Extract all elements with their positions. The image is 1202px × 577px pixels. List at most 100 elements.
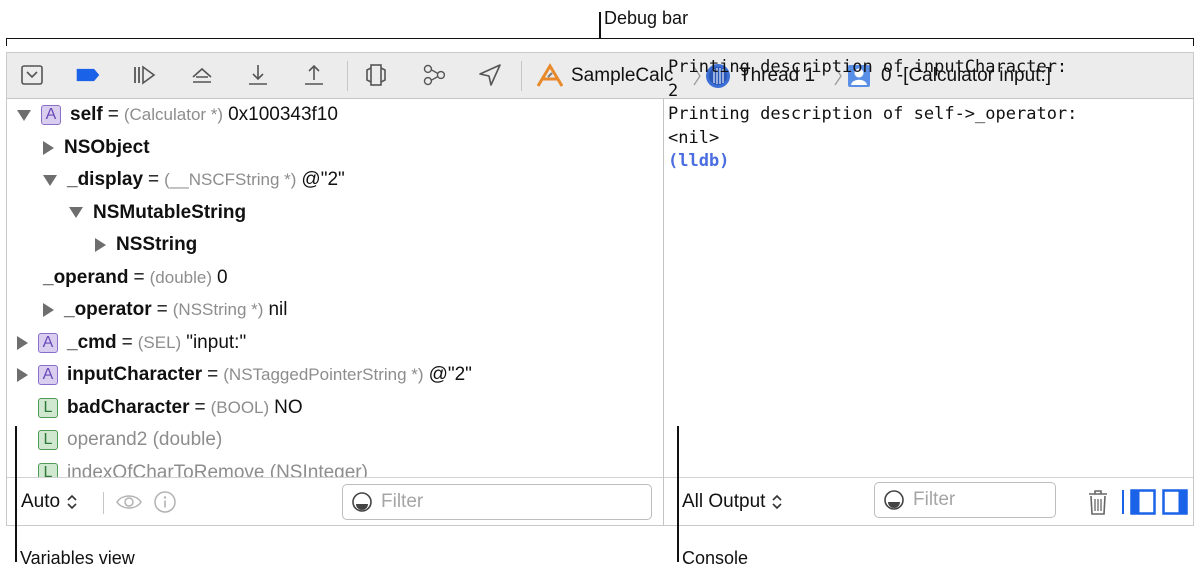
variable-type: (double): [149, 267, 213, 287]
toolbar-separator: [521, 61, 522, 91]
variable-row[interactable]: Aself = (Calculator *) 0x100343f10: [17, 101, 338, 129]
output-popup-label: All Output: [682, 491, 766, 512]
callout-debug-bar-line: [599, 12, 601, 38]
breakpoints-toggle-icon[interactable]: [75, 62, 101, 88]
breadcrumb-app-label: SampleCalc: [571, 65, 674, 86]
console-footer: All Output Filter: [664, 477, 1193, 525]
variable-equals: =: [133, 266, 145, 288]
console-line: Printing description of self->_operator:: [668, 104, 1078, 124]
variable-row[interactable]: _operand = (double) 0: [43, 264, 228, 292]
callout-console-line: [677, 426, 679, 562]
console-line: 2: [668, 80, 679, 101]
variable-name: NSMutableString: [93, 201, 247, 223]
variable-equals: =: [156, 299, 168, 320]
up-down-chevron-icon: [67, 494, 77, 510]
local-badge-icon: L: [38, 430, 58, 450]
variable-type: (NSTaggedPointerString *): [223, 365, 424, 384]
lldb-prompt: (lldb): [668, 151, 730, 171]
variable-type: (NSString *): [172, 300, 264, 319]
console-output[interactable]: Printing description of inputCharacter: 2…: [668, 56, 1188, 416]
info-icon[interactable]: [153, 490, 177, 519]
disclosure-expanded-icon[interactable]: [17, 109, 31, 121]
variable-row[interactable]: NSString: [95, 231, 197, 259]
filter-icon: [352, 492, 372, 512]
show-variables-view-icon[interactable]: [1130, 489, 1156, 520]
variable-type: (__NSCFString *): [164, 170, 297, 189]
disclosure-expanded-icon[interactable]: [69, 207, 83, 218]
continue-icon[interactable]: [131, 62, 157, 88]
scope-popup-label: Auto: [21, 491, 61, 512]
pane-divider[interactable]: [663, 99, 664, 525]
variable-name: indexOfCharToRemove (NSInteger): [67, 461, 368, 478]
variables-filter-field[interactable]: Filter: [342, 484, 652, 520]
variable-row[interactable]: _operator = (NSString *) nil: [43, 296, 287, 324]
simulate-location-icon[interactable]: [477, 62, 503, 88]
variable-value: nil: [268, 299, 288, 320]
variable-row[interactable]: Loperand2 (double): [17, 426, 222, 454]
hide-debug-area-icon[interactable]: [19, 62, 45, 88]
variable-equals: =: [148, 169, 160, 190]
step-over-icon[interactable]: [189, 62, 215, 88]
variable-row[interactable]: NSObject: [43, 134, 150, 162]
scope-popup[interactable]: Auto: [21, 491, 78, 513]
variable-name: inputCharacter: [67, 364, 203, 385]
variable-value: "input:": [186, 331, 247, 353]
filter-icon: [884, 490, 904, 510]
argument-badge-icon: A: [38, 365, 58, 385]
output-popup[interactable]: All Output: [682, 491, 783, 513]
debug-view-hierarchy-icon[interactable]: [363, 62, 389, 88]
variable-name: _display: [67, 169, 144, 190]
disclosure-expanded-icon[interactable]: [43, 174, 57, 186]
variable-name: _operator: [64, 299, 152, 320]
variable-value: NO: [274, 396, 303, 418]
breadcrumb-app[interactable]: SampleCalc: [535, 63, 673, 89]
step-into-icon[interactable]: [245, 62, 271, 88]
console-line: Printing description of inputCharacter:: [668, 57, 1068, 77]
step-out-icon[interactable]: [301, 62, 327, 88]
variable-name: self: [70, 104, 103, 125]
local-badge-icon: L: [38, 397, 58, 418]
disclosure-collapsed-icon[interactable]: [43, 303, 54, 317]
variable-name: operand2 (double): [67, 429, 223, 450]
variable-type: (Calculator *): [123, 105, 224, 124]
variable-row[interactable]: LindexOfCharToRemove (NSInteger): [17, 459, 368, 478]
variables-view: Aself = (Calculator *) 0x100343f10 NSObject _…: [7, 99, 663, 477]
toolbar-separator: [347, 61, 348, 91]
variable-equals: =: [107, 104, 119, 125]
variable-type: (SEL): [137, 332, 182, 352]
variable-row[interactable]: NSMutableString: [69, 199, 246, 227]
variable-value: 0x100343f10: [228, 104, 338, 125]
variable-equals: =: [207, 364, 219, 385]
console-filter-placeholder: Filter: [913, 489, 956, 510]
callout-variables-view: Variables view: [20, 548, 135, 568]
callout-debug-bar: Debug bar: [604, 8, 689, 28]
disclosure-collapsed-icon[interactable]: [17, 368, 28, 382]
up-down-chevron-icon: [772, 494, 783, 510]
variable-row[interactable]: AinputCharacter = (NSTaggedPointerString *…: [17, 361, 472, 389]
disclosure-collapsed-icon[interactable]: [17, 335, 28, 350]
variable-row[interactable]: _display = (__NSCFString *) @"2": [43, 166, 345, 194]
debug-bar-bracket: [6, 38, 1194, 46]
disclosure-collapsed-icon[interactable]: [43, 140, 54, 155]
trash-icon[interactable]: [1087, 488, 1109, 521]
footer-separator: [103, 492, 104, 514]
local-badge-icon: L: [38, 462, 58, 477]
variable-value: @"2": [301, 169, 345, 190]
variable-row[interactable]: LbadCharacter = (BOOL) NO: [17, 394, 303, 422]
variables-footer: Auto Filter: [7, 477, 663, 525]
eye-icon[interactable]: [115, 491, 143, 518]
footer-separator: [1122, 490, 1124, 514]
variable-name: badCharacter: [67, 396, 190, 418]
console-line: <nil>: [668, 127, 720, 148]
disclosure-collapsed-icon[interactable]: [95, 238, 106, 252]
variable-row[interactable]: A _cmd = (SEL) "input:": [17, 329, 246, 357]
console-filter-field[interactable]: Filter: [874, 482, 1056, 518]
app-icon: [535, 63, 565, 89]
variables-filter-placeholder: Filter: [381, 491, 424, 512]
show-console-icon[interactable]: [1162, 489, 1188, 520]
variable-equals: =: [194, 396, 206, 418]
variable-value: @"2": [428, 364, 472, 385]
callout-console: Console: [682, 548, 749, 568]
callout-variables-line: [15, 426, 17, 562]
debug-memory-graph-icon[interactable]: [421, 62, 447, 88]
